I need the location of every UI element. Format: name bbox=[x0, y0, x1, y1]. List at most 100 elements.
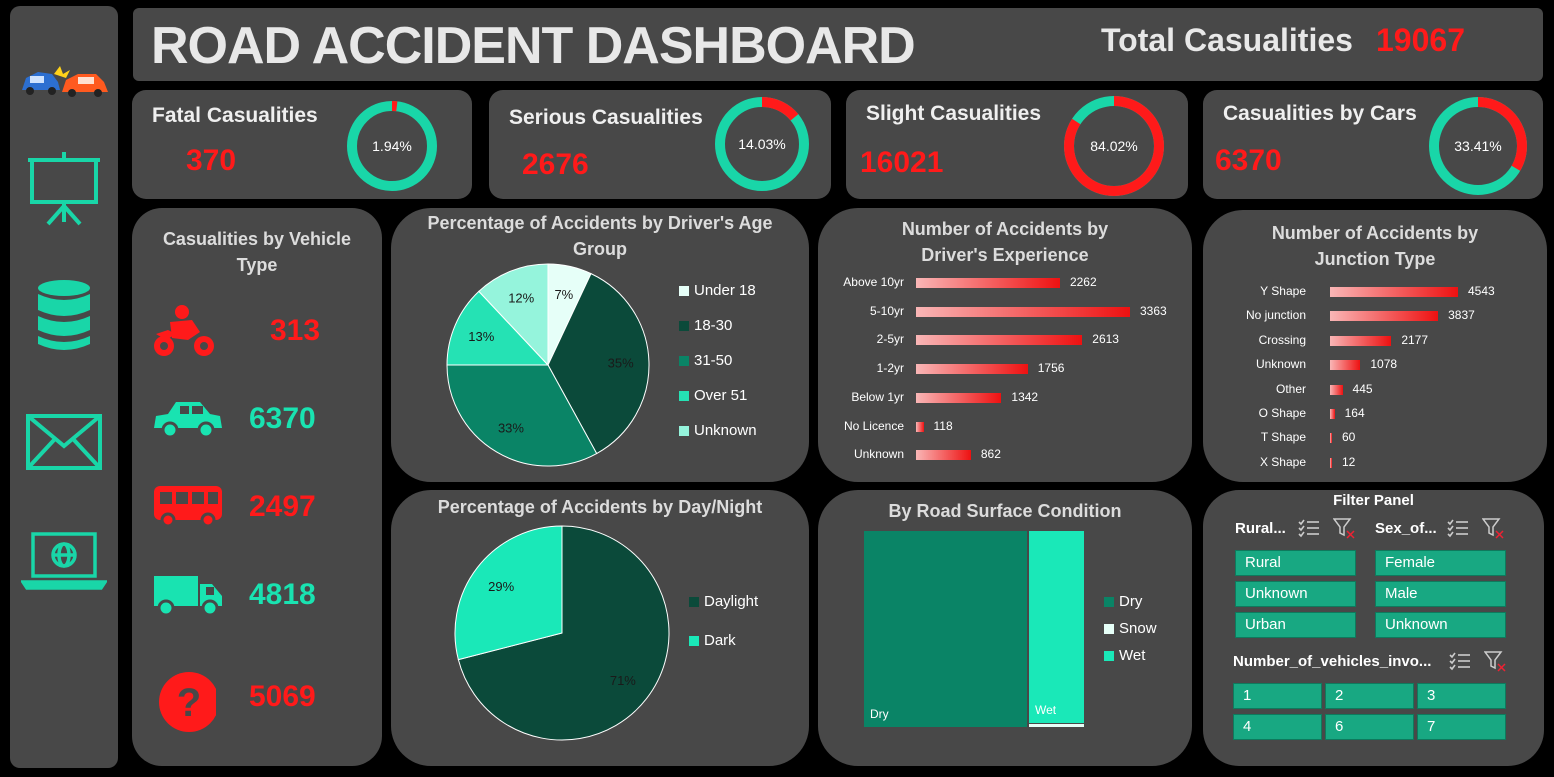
bar bbox=[1330, 384, 1343, 395]
bar-category-label: T Shape bbox=[1260, 430, 1306, 445]
clear-filter-icon[interactable] bbox=[1484, 650, 1506, 672]
legend-swatch bbox=[679, 355, 689, 366]
vehicle-type-card: Casualities by Vehicle Type 313 6370 249… bbox=[132, 208, 382, 766]
pie-data-label: 33% bbox=[498, 421, 524, 436]
legend-label: 18-30 bbox=[694, 317, 733, 334]
laptop-globe-icon[interactable] bbox=[10, 530, 118, 592]
legend-label: Dry bbox=[1119, 593, 1143, 610]
bar-value-label: 862 bbox=[980, 447, 1001, 462]
legend-swatch bbox=[689, 596, 699, 607]
bar-category-label: Below 1yr bbox=[851, 389, 904, 404]
bar bbox=[1330, 311, 1439, 322]
mail-icon[interactable] bbox=[10, 414, 118, 470]
treemap-tile-dry: Dry bbox=[864, 531, 1027, 727]
vehicle-row-bus: 2497 bbox=[152, 484, 372, 554]
bar-value-label: 118 bbox=[933, 418, 953, 433]
vehicle-row-car: 6370 bbox=[152, 398, 372, 468]
pie-data-label: 7% bbox=[554, 287, 573, 302]
bar-category-label: 1-2yr bbox=[876, 361, 904, 376]
vehicle-row-other: ? 5069 bbox=[152, 670, 372, 740]
bar-category-label: Other bbox=[1275, 381, 1306, 396]
bar-category-label: Unknown bbox=[853, 447, 904, 462]
legend-label: Wet bbox=[1119, 647, 1146, 664]
slicer-vehicles-header: Number_of_vehicles_invo... bbox=[1233, 653, 1432, 670]
kpi-donut: 84.02% bbox=[1064, 96, 1164, 196]
bar-value-label: 2613 bbox=[1092, 332, 1119, 347]
kpi-card-cars: Casualities by Cars 6370 33.41% bbox=[1203, 90, 1543, 199]
slicer-rural-header: Rural... bbox=[1235, 520, 1286, 537]
bar-category-label: Unknown bbox=[1255, 357, 1306, 372]
multi-select-icon[interactable] bbox=[1449, 651, 1471, 671]
bar bbox=[1330, 409, 1335, 419]
bar-category-label: Crossing bbox=[1258, 332, 1306, 347]
slicer-option-male[interactable]: Male bbox=[1375, 581, 1506, 607]
slicer-option-6[interactable]: 6 bbox=[1325, 714, 1414, 740]
kpi-label: Serious Casualities bbox=[509, 106, 703, 129]
chart-title: Number of Accidents by Driver's Experien… bbox=[901, 219, 1109, 265]
pie-data-label: 13% bbox=[468, 329, 494, 344]
kpi-label: Casualities by Cars bbox=[1223, 102, 1417, 125]
bar-category-label: 2-5yr bbox=[876, 332, 904, 347]
clear-filter-icon[interactable] bbox=[1333, 517, 1355, 539]
road-surface-treemap: Dry Wet bbox=[864, 531, 1084, 727]
vehicle-value: 6370 bbox=[249, 402, 316, 435]
chart-title: Number of Accidents by Junction Type bbox=[1271, 223, 1479, 269]
kpi-label: Slight Casualities bbox=[866, 102, 1042, 125]
multi-select-icon[interactable] bbox=[1298, 518, 1320, 538]
vehicle-row-truck: 4818 bbox=[152, 572, 372, 642]
legend-item: Dry bbox=[1104, 593, 1142, 610]
bar-value-label: 12 bbox=[1342, 454, 1356, 469]
bar bbox=[916, 421, 924, 432]
pie-data-label: 71% bbox=[610, 673, 636, 688]
total-casualities-value: 19067 bbox=[1376, 22, 1465, 58]
car-crash-icon[interactable] bbox=[10, 60, 118, 100]
motorbike-icon bbox=[154, 305, 214, 356]
bar-category-label: No junction bbox=[1245, 308, 1306, 323]
road-surface-card: By Road Surface Condition Dry Wet Dry Snow… bbox=[818, 490, 1192, 766]
kpi-card-slight: Slight Casualities 16021 84.02% bbox=[846, 90, 1188, 199]
vehicle-value: 5069 bbox=[249, 680, 316, 713]
bar bbox=[916, 364, 1028, 375]
legend-swatch bbox=[1104, 596, 1114, 607]
slicer-option-urban[interactable]: Urban bbox=[1235, 612, 1356, 638]
kpi-label: Fatal Casualities bbox=[152, 104, 318, 127]
bar-category-label: No Licence bbox=[843, 418, 904, 433]
legend-swatch bbox=[1104, 650, 1114, 661]
legend-item: Wet bbox=[1104, 647, 1145, 664]
kpi-value: 16021 bbox=[860, 146, 944, 179]
slicer-option-female[interactable]: Female bbox=[1375, 550, 1506, 576]
database-icon[interactable] bbox=[10, 278, 118, 354]
slicer-option-3[interactable]: 3 bbox=[1417, 683, 1506, 709]
age-pie-chart: 7% 35% 33% 13% 12% bbox=[446, 263, 650, 467]
kpi-percent: 14.03% bbox=[738, 136, 785, 152]
legend-label: Over 51 bbox=[694, 387, 748, 404]
bar-category-label: O Shape bbox=[1258, 406, 1306, 420]
bar-value-label: 1342 bbox=[1011, 389, 1039, 404]
bar bbox=[1330, 457, 1332, 468]
multi-select-icon[interactable] bbox=[1447, 518, 1469, 538]
legend-label: Under 18 bbox=[694, 282, 756, 299]
bar bbox=[916, 450, 971, 461]
slicer-option-unknown[interactable]: Unknown bbox=[1375, 612, 1506, 638]
slicer-option-2[interactable]: 2 bbox=[1325, 683, 1414, 709]
legend-item: Dark bbox=[689, 632, 736, 649]
kpi-donut: 33.41% bbox=[1429, 97, 1527, 195]
slicer-option-4[interactable]: 4 bbox=[1233, 714, 1322, 740]
presentation-icon[interactable] bbox=[10, 150, 118, 226]
car-icon bbox=[154, 402, 222, 439]
kpi-donut: 14.03% bbox=[715, 97, 809, 191]
clear-filter-icon[interactable] bbox=[1482, 517, 1504, 539]
slicer-option-7[interactable]: 7 bbox=[1417, 714, 1506, 740]
bar-value-label: 3363 bbox=[1140, 303, 1167, 318]
filter-panel-title: Filter Panel bbox=[1333, 492, 1414, 509]
legend-label: Dark bbox=[704, 632, 736, 649]
question-icon: ? bbox=[159, 672, 216, 732]
bar-value-label: 60 bbox=[1342, 430, 1356, 445]
bar-value-label: 2262 bbox=[1069, 275, 1097, 289]
bar bbox=[1330, 335, 1392, 346]
slicer-option-unknown[interactable]: Unknown bbox=[1235, 581, 1356, 607]
slicer-option-1[interactable]: 1 bbox=[1233, 683, 1322, 709]
vehicle-card-title: Casualities by Vehicle Type bbox=[162, 229, 352, 275]
slicer-option-rural[interactable]: Rural bbox=[1235, 550, 1356, 576]
kpi-card-serious: Serious Casualities 2676 14.03% bbox=[489, 90, 831, 199]
